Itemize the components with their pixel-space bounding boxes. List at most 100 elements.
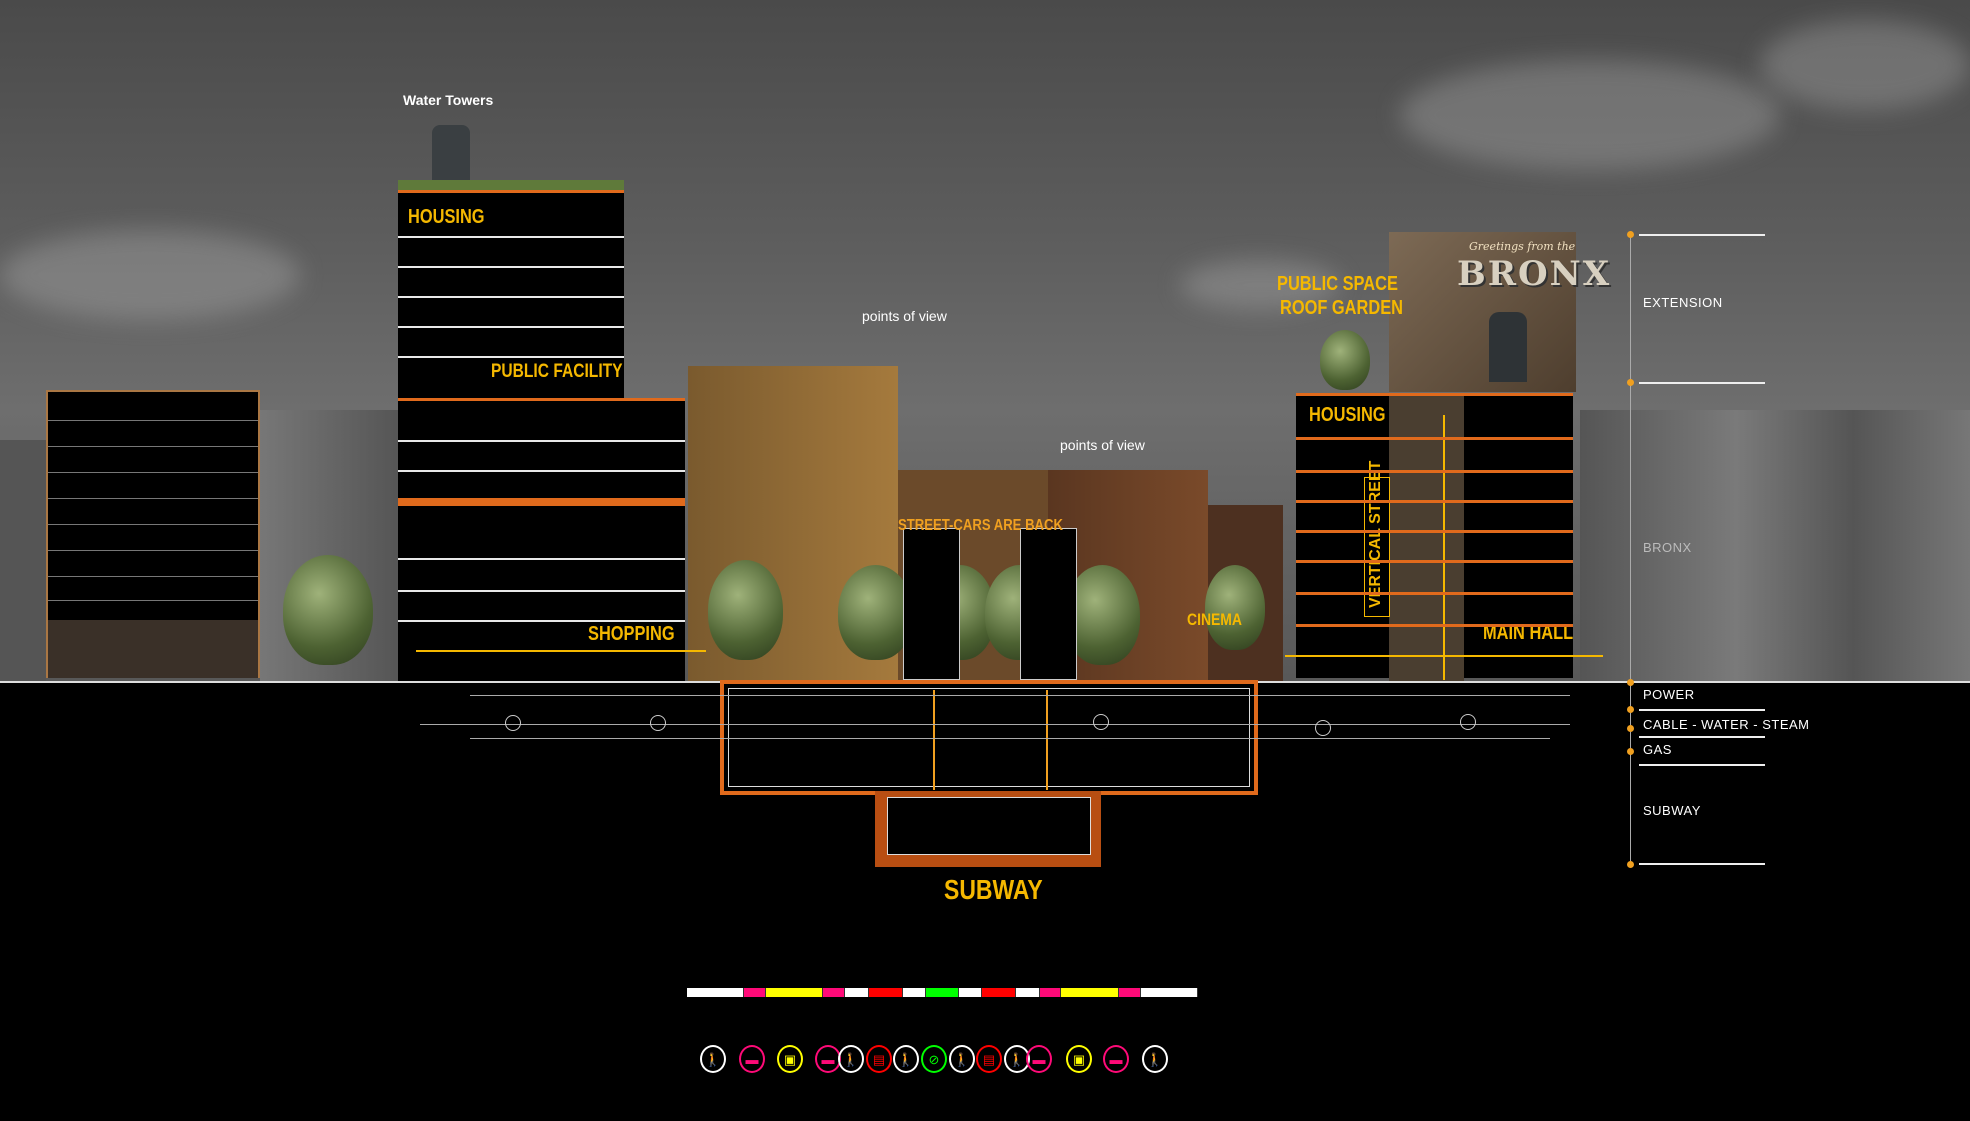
legend-divider bbox=[1639, 709, 1765, 711]
tree bbox=[1205, 565, 1265, 650]
floor-slab bbox=[398, 266, 624, 268]
street-cars-label: STREET-CARS ARE BACK bbox=[898, 517, 1063, 534]
legend-marker bbox=[1627, 379, 1634, 386]
water-tower-icon bbox=[1489, 312, 1527, 382]
utility-line bbox=[420, 724, 1570, 725]
roof-garden-label: ROOF GARDEN bbox=[1280, 297, 1403, 319]
vertical-street-tag: VERTICAL STREET bbox=[1364, 461, 1390, 617]
cinema-label: CINEMA bbox=[1187, 610, 1242, 629]
left-tower bbox=[398, 186, 624, 682]
lane-segment-yellow bbox=[766, 988, 823, 997]
legend-power: POWER bbox=[1643, 687, 1695, 702]
streetcar-right bbox=[1020, 528, 1077, 680]
urban-section-diagram: Greetings from the BRONX Water Towers HO… bbox=[0, 0, 1970, 1121]
lane-segment-yellow bbox=[1061, 988, 1119, 997]
vertical-arrow bbox=[1046, 690, 1048, 790]
car-icon: ▬ bbox=[1026, 1045, 1052, 1073]
taxi-icon: ▣ bbox=[777, 1045, 803, 1073]
roof-slab bbox=[1296, 393, 1573, 396]
floor-slab bbox=[1296, 592, 1573, 595]
legend-divider bbox=[1639, 382, 1765, 384]
legend-divider bbox=[1639, 234, 1765, 236]
pipe-section bbox=[1315, 720, 1331, 736]
floor-slab bbox=[48, 420, 258, 421]
legend-marker bbox=[1627, 679, 1634, 686]
streetcar-icon: ▤ bbox=[866, 1045, 892, 1073]
billboard-name: BRONX bbox=[1457, 254, 1612, 294]
floor-slab bbox=[398, 236, 624, 238]
lane-segment-white bbox=[903, 988, 926, 997]
background-building bbox=[1580, 410, 1970, 682]
lane-segment-pink bbox=[1040, 988, 1061, 997]
street-allocation-bar bbox=[687, 988, 1198, 997]
floor-slab bbox=[1296, 530, 1573, 533]
streetcar-icon: ▤ bbox=[976, 1045, 1002, 1073]
pipe-section bbox=[1093, 714, 1109, 730]
cloud bbox=[0, 230, 300, 320]
legend-bronx: BRONX bbox=[1643, 540, 1692, 555]
legend-marker bbox=[1627, 748, 1634, 755]
far-left-building-base bbox=[48, 620, 258, 678]
vertical-street-label: VERTICAL STREET bbox=[1367, 460, 1384, 608]
cloud bbox=[1400, 60, 1780, 170]
utility-line bbox=[470, 738, 1550, 739]
tree bbox=[838, 565, 913, 660]
floor-slab bbox=[48, 600, 258, 601]
legend-divider bbox=[1639, 863, 1765, 865]
floor-slab bbox=[398, 470, 685, 472]
legend-marker bbox=[1627, 725, 1634, 732]
vertical-arrow bbox=[1443, 415, 1445, 680]
lane-segment-white bbox=[687, 988, 744, 997]
bronx-billboard: Greetings from the BRONX bbox=[1389, 232, 1609, 392]
floor-slab bbox=[398, 398, 685, 401]
points-of-view-label: points of view bbox=[1060, 437, 1145, 453]
legend-extension: EXTENSION bbox=[1643, 295, 1723, 310]
floor-slab bbox=[1296, 437, 1573, 440]
subway-platform bbox=[875, 791, 1101, 867]
floor-slab bbox=[398, 558, 685, 560]
pipe-section bbox=[505, 715, 521, 731]
pedestrian-icon: 🚶 bbox=[1142, 1045, 1168, 1073]
lane-segment-red bbox=[869, 988, 903, 997]
pipe-section bbox=[1460, 714, 1476, 730]
lane-segment-white bbox=[959, 988, 982, 997]
water-tower-icon bbox=[432, 125, 470, 180]
floor-slab bbox=[1296, 624, 1573, 627]
floor-slab bbox=[398, 590, 685, 592]
points-of-view-label: points of view bbox=[862, 308, 947, 324]
legend-divider bbox=[1639, 736, 1765, 738]
tree bbox=[1320, 330, 1370, 390]
background-building bbox=[0, 440, 46, 682]
legend-marker bbox=[1627, 231, 1634, 238]
legend-gas: GAS bbox=[1643, 742, 1672, 757]
legend-cable-water-steam: CABLE - WATER - STEAM bbox=[1643, 717, 1810, 732]
public-facility-label: PUBLIC FACILITY bbox=[491, 361, 623, 382]
floor-slab bbox=[48, 446, 258, 447]
shopping-arrow bbox=[416, 650, 706, 652]
public-space-label: PUBLIC SPACE bbox=[1277, 273, 1398, 295]
pedestrian-icon: 🚶 bbox=[700, 1045, 726, 1073]
utility-line bbox=[470, 695, 1570, 696]
bicycle-icon: ⊘ bbox=[921, 1045, 947, 1073]
floor-slab-thick bbox=[398, 498, 685, 506]
lane-segment-white bbox=[845, 988, 869, 997]
legend-subway: SUBWAY bbox=[1643, 803, 1701, 818]
cloud bbox=[1760, 20, 1970, 110]
billboard-greeting: Greetings from the bbox=[1469, 240, 1576, 253]
floor-slab bbox=[48, 550, 258, 551]
floor-slab bbox=[48, 576, 258, 577]
lane-segment-pink bbox=[1119, 988, 1141, 997]
housing-left-label: HOUSING bbox=[408, 206, 485, 228]
roof-slab bbox=[398, 190, 624, 193]
floor-slab bbox=[48, 498, 258, 499]
floor-slab bbox=[398, 440, 685, 442]
pedestrian-icon: 🚶 bbox=[949, 1045, 975, 1073]
pipe-section bbox=[650, 715, 666, 731]
legend-marker bbox=[1627, 706, 1634, 713]
floor-slab bbox=[48, 524, 258, 525]
floor-slab bbox=[398, 326, 624, 328]
main-hall-arrow bbox=[1285, 655, 1603, 657]
floor-slab bbox=[1296, 470, 1573, 473]
subway-label: SUBWAY bbox=[944, 874, 1043, 905]
floor-slab bbox=[398, 356, 624, 358]
